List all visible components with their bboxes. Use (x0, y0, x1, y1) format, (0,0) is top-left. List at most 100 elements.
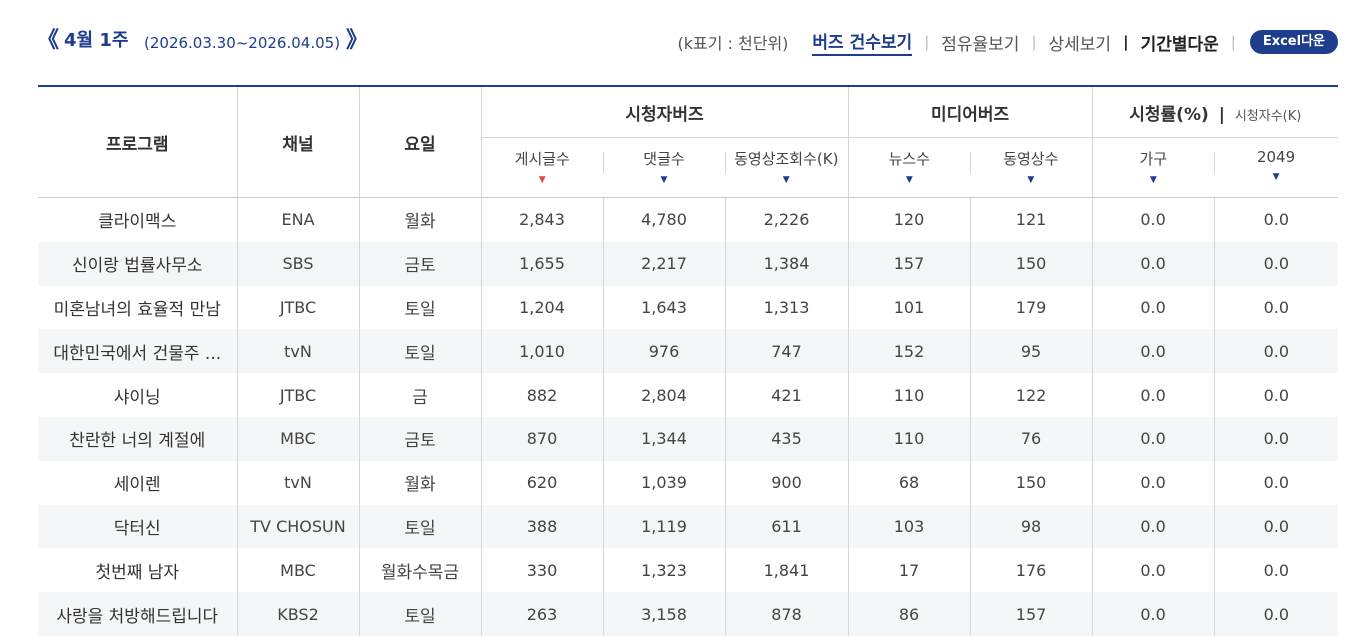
program-cell[interactable]: 첫번째 남자 (38, 548, 237, 592)
subheader-2049-label: 2049 (1256, 148, 1296, 166)
posts-cell: 1,204 (480, 285, 603, 330)
posts-cell: 1,655 (480, 241, 603, 286)
posts-cell: 2,843 (480, 197, 603, 242)
subheader-household-label: 가구 (1139, 150, 1168, 168)
day-cell: 토일 (358, 285, 481, 330)
share-view-link[interactable]: 점유율보기 (941, 30, 1019, 55)
program-cell[interactable]: 클라이맥스 (38, 198, 237, 242)
channel-cell: tvN (236, 329, 359, 374)
rating-2049-cell: 0.0 (1213, 285, 1339, 330)
link-separator: | (924, 33, 930, 51)
news-cell: 110 (847, 373, 971, 417)
videos-cell: 95 (969, 329, 1093, 374)
comments-cell: 2,217 (602, 241, 725, 286)
video-views-cell: 421 (724, 373, 849, 417)
program-cell[interactable]: 샤이닝 (38, 373, 237, 417)
table-row: 닥터신 TV CHOSUN 토일 388 1,119 611 103 98 0.0 0.0 (38, 504, 1339, 549)
header-channel: 채널 (236, 85, 359, 198)
video-views-cell: 1,841 (724, 548, 849, 593)
comments-cell: 3,158 (602, 592, 725, 636)
subheader-posts[interactable]: 게시글수 ▼ (480, 137, 604, 198)
rating-2049-cell: 0.0 (1213, 329, 1339, 374)
table-row: 찬란한 너의 계절에 MBC 금토 870 1,344 435 110 76 0.0 0.0 (38, 416, 1339, 461)
week-date-range: (2026.03.30~2026.04.05) (144, 34, 341, 52)
viewers-count-label: 시청자수(K) (1234, 108, 1302, 124)
next-week-arrow-icon[interactable]: 》 (346, 28, 368, 54)
news-cell: 103 (847, 504, 971, 549)
program-cell[interactable]: 세이렌 (38, 461, 237, 505)
excel-download-button[interactable]: Excel다운 (1249, 30, 1338, 54)
program-cell[interactable]: 신이랑 법률사무소 (38, 241, 237, 286)
subheader-videos[interactable]: 동영상수 ▼ (970, 137, 1093, 198)
table-row: 신이랑 법률사무소 SBS 금토 1,655 2,217 1,384 157 150 0.0 0.… (38, 241, 1339, 286)
header-media-buzz: 미디어버즈 (847, 85, 1093, 138)
day-cell: 토일 (358, 329, 481, 374)
news-cell: 101 (847, 285, 971, 330)
videos-cell: 98 (969, 504, 1093, 549)
link-separator: | (1230, 33, 1236, 51)
video-views-cell: 878 (724, 592, 849, 636)
channel-cell: SBS (236, 241, 359, 286)
program-cell[interactable]: 찬란한 너의 계절에 (38, 416, 237, 461)
rating-2049-cell: 0.0 (1213, 548, 1339, 593)
news-cell: 17 (847, 548, 971, 593)
comments-cell: 2,804 (602, 373, 725, 417)
channel-cell: MBC (236, 548, 359, 593)
program-cell[interactable]: 대한민국에서 건물주 ... (38, 329, 237, 374)
comments-cell: 1,119 (602, 504, 725, 549)
sort-down-icon[interactable]: ▼ (1093, 175, 1215, 185)
sort-down-icon[interactable]: ▼ (603, 175, 725, 185)
sort-down-icon[interactable]: ▼ (725, 175, 848, 185)
videos-cell: 121 (969, 197, 1093, 242)
subheader-video-views[interactable]: 동영상조회수(K) ▼ (725, 137, 849, 198)
program-cell[interactable]: 사랑을 처방해드립니다 (38, 592, 237, 636)
comments-cell: 976 (602, 329, 725, 374)
subheader-2049[interactable]: 2049 ▼ (1214, 137, 1339, 198)
subheader-comments[interactable]: 댓글수 ▼ (603, 137, 725, 198)
videos-cell: 176 (969, 548, 1093, 593)
posts-cell: 870 (480, 416, 603, 461)
sort-down-icon[interactable]: ▼ (849, 175, 971, 185)
household-rating-cell: 0.0 (1091, 285, 1215, 330)
table-row: 사랑을 처방해드립니다 KBS2 토일 263 3,158 878 86 157 0.0 0.0 (38, 592, 1339, 636)
ratings-title: 시청률(%) (1129, 104, 1209, 125)
sort-down-icon[interactable]: ▼ (1214, 172, 1338, 182)
videos-cell: 179 (969, 285, 1093, 330)
header-ratings: 시청률(%) | 시청자수(K) (1091, 85, 1339, 138)
detail-view-link[interactable]: 상세보기 (1049, 30, 1112, 55)
household-rating-cell: 0.0 (1091, 416, 1215, 461)
sort-active-icon[interactable]: ▼ (482, 175, 604, 185)
program-cell[interactable]: 미혼남녀의 효율적 만남 (38, 286, 237, 330)
rating-2049-cell: 0.0 (1213, 373, 1339, 417)
video-views-cell: 2,226 (724, 197, 849, 242)
day-cell: 토일 (358, 592, 481, 636)
channel-cell: KBS2 (236, 592, 359, 636)
videos-cell: 76 (969, 416, 1093, 461)
video-views-cell: 1,313 (724, 285, 849, 330)
prev-week-arrow-icon[interactable]: 《 (37, 28, 59, 54)
unit-note: (k표기 : 천단위) (677, 34, 789, 53)
day-cell: 토일 (358, 504, 481, 549)
news-cell: 110 (847, 416, 971, 461)
posts-cell: 263 (480, 592, 603, 636)
buzz-count-view-link[interactable]: 버즈 건수보기 (812, 28, 913, 56)
household-rating-cell: 0.0 (1091, 548, 1215, 593)
news-cell: 152 (847, 329, 971, 374)
sort-down-icon[interactable]: ▼ (970, 175, 1092, 185)
day-cell: 월화 (358, 460, 481, 505)
news-cell: 68 (847, 460, 971, 505)
program-cell[interactable]: 닥터신 (38, 504, 237, 549)
day-cell: 월화 (358, 197, 481, 242)
rating-2049-cell: 0.0 (1213, 460, 1339, 505)
period-download-link[interactable]: 기간별다운 (1141, 30, 1219, 55)
subheader-news[interactable]: 뉴스수 ▼ (847, 137, 971, 198)
household-rating-cell: 0.0 (1091, 241, 1215, 286)
posts-cell: 388 (480, 504, 603, 549)
channel-cell: MBC (236, 416, 359, 461)
subheader-household[interactable]: 가구 ▼ (1091, 137, 1215, 198)
day-cell: 금토 (358, 416, 481, 461)
subheader-comments-label: 댓글수 (643, 150, 685, 168)
rating-2049-cell: 0.0 (1213, 241, 1339, 286)
news-cell: 157 (847, 241, 971, 286)
posts-cell: 882 (480, 373, 603, 417)
